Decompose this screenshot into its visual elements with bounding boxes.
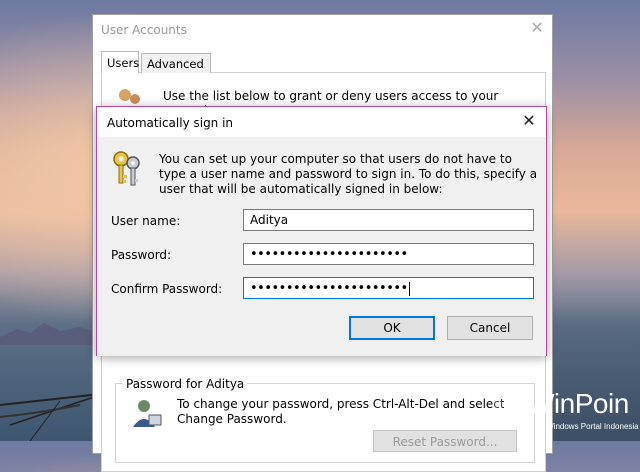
keys-icon xyxy=(113,151,140,186)
reset-password-button[interactable]: Reset Password... xyxy=(373,430,517,452)
password-change-text: To change your password, press Ctrl-Alt-… xyxy=(177,397,505,426)
dialog-description: You can set up your computer so that use… xyxy=(159,152,538,196)
dialog-titlebar: Automatically sign in ✕ xyxy=(97,107,546,137)
password-group-label: Password for Aditya xyxy=(123,377,248,391)
watermark-tagline: #1 Windows Portal Indonesia xyxy=(535,422,639,431)
tab-advanced[interactable]: Advanced xyxy=(141,53,211,73)
watermark-name: WinPoin xyxy=(528,388,629,419)
password-value: •••••••••••••••••••••• xyxy=(250,247,408,262)
username-value: Aditya xyxy=(250,213,289,227)
user-accounts-close-icon[interactable]: ✕ xyxy=(528,19,546,37)
confirm-password-value: •••••••••••••••••••••• xyxy=(250,281,408,296)
password-field[interactable]: •••••••••••••••••••••• xyxy=(243,243,534,265)
dialog-title: Automatically sign in xyxy=(107,116,234,130)
dialog-close-icon[interactable]: ✕ xyxy=(520,112,538,130)
cancel-button[interactable]: Cancel xyxy=(447,316,533,340)
password-label: Password: xyxy=(111,248,172,262)
ok-button[interactable]: OK xyxy=(349,316,435,340)
user-password-icon xyxy=(133,400,162,427)
username-label: User name: xyxy=(111,214,181,228)
background-mountains xyxy=(0,323,100,345)
auto-sign-in-dialog: Automatically sign in ✕ You can set up y… xyxy=(96,106,547,356)
text-caret xyxy=(408,281,410,296)
confirm-password-label: Confirm Password: xyxy=(111,282,223,296)
user-accounts-title: User Accounts xyxy=(101,23,187,37)
username-field[interactable]: Aditya xyxy=(243,209,534,231)
tab-users[interactable]: Users xyxy=(101,51,139,73)
confirm-password-field[interactable]: •••••••••••••••••••••• xyxy=(243,277,534,299)
winpoin-logo-icon xyxy=(492,388,526,422)
